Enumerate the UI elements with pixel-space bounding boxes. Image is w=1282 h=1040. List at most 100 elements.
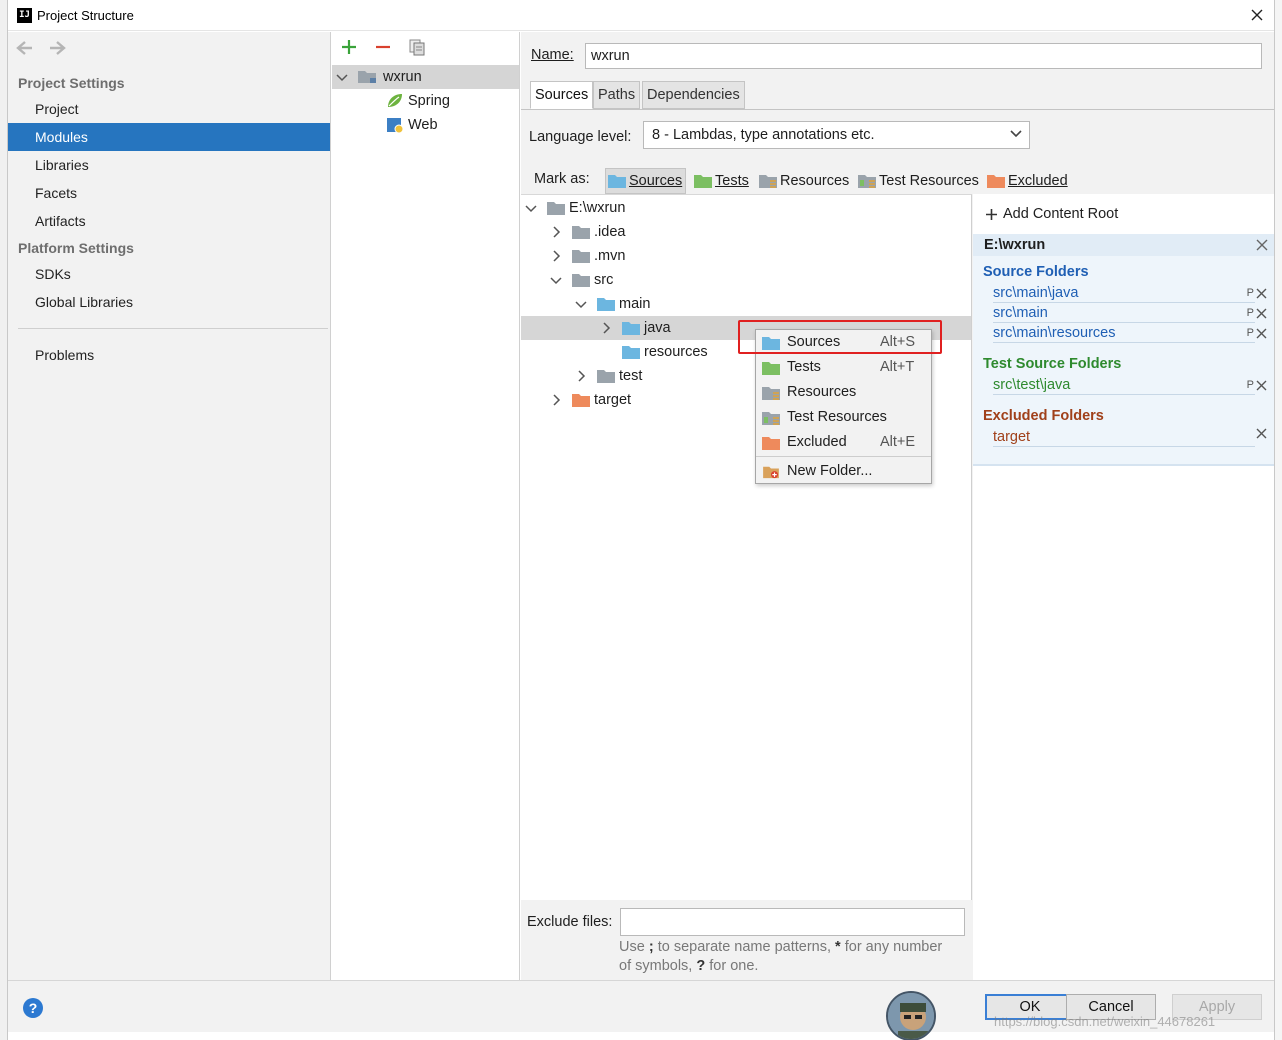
package-prefix-icon[interactable]: P	[1247, 284, 1254, 302]
menu-item-tests[interactable]: Tests Alt+T	[756, 355, 931, 380]
source-folders-heading: Source Folders	[983, 264, 1089, 280]
nav-item-problems[interactable]: Problems	[8, 341, 330, 369]
tree-label-src: src	[594, 272, 614, 288]
tree-label-mvn: .mvn	[594, 248, 626, 264]
back-arrow-icon[interactable]	[16, 40, 34, 56]
source-folder-item[interactable]: src\main\java P	[993, 284, 1267, 303]
tree-label-main: main	[619, 296, 651, 312]
tab-divider	[521, 109, 1274, 110]
remove-folder-icon	[1256, 428, 1267, 439]
mark-resources-label: Resources	[780, 173, 850, 189]
resources-folder-icon	[762, 386, 780, 400]
resources-folder-icon	[759, 175, 777, 188]
tree-row-root[interactable]: E:\wxrun	[521, 196, 971, 220]
nav-item-artifacts[interactable]: Artifacts	[8, 207, 330, 235]
mark-test-resources-label: Test Resources	[879, 173, 979, 189]
mark-sources-button[interactable]: Sources	[605, 168, 686, 194]
tests-folder-icon	[762, 361, 780, 375]
tree-label-test: test	[619, 368, 643, 384]
module-tree-row-web[interactable]: Web	[332, 113, 519, 137]
facet-spring-label: Spring	[408, 93, 450, 109]
plus-icon	[986, 208, 997, 220]
nav-item-global-libraries[interactable]: Global Libraries	[8, 288, 330, 316]
language-level-value: 8 - Lambdas, type annotations etc.	[652, 127, 875, 143]
tree-row-idea[interactable]: .idea	[521, 220, 971, 244]
chevron-down-icon	[550, 277, 562, 285]
source-folder-item[interactable]: src\main\resources P	[993, 324, 1267, 343]
menu-item-label: New Folder...	[787, 463, 873, 479]
source-folder-path: src\main	[993, 305, 1048, 321]
content-roots-panel: Add Content Root E:\wxrun Source Folders…	[973, 194, 1274, 980]
remove-content-root-icon[interactable]	[1256, 239, 1268, 251]
package-prefix-icon[interactable]: P	[1247, 304, 1254, 322]
language-level-label: Language level:	[529, 129, 632, 145]
excluded-folder-item[interactable]: target	[993, 428, 1267, 447]
new-folder-icon	[763, 466, 779, 478]
menu-item-label: Tests	[787, 359, 821, 375]
add-content-root-label: Add Content Root	[1003, 206, 1119, 222]
exclude-files-input[interactable]	[620, 908, 965, 936]
tree-row-src[interactable]: src	[521, 268, 971, 292]
tab-dependencies[interactable]: Dependencies	[642, 81, 745, 109]
nav-item-modules[interactable]: Modules	[8, 123, 330, 151]
watermark-text: https://blog.csdn.net/weixin_44678261	[994, 1014, 1216, 1029]
nav-item-sdks[interactable]: SDKs	[8, 260, 330, 288]
add-icon[interactable]	[340, 38, 358, 56]
source-folder-path: src\main\resources	[993, 325, 1116, 341]
remove-icon[interactable]	[374, 38, 392, 56]
tree-row-main[interactable]: main	[521, 292, 971, 316]
nav-item-facets[interactable]: Facets	[8, 179, 330, 207]
mark-resources-button[interactable]: Resources	[757, 168, 851, 194]
folder-icon	[572, 250, 590, 263]
mark-tests-label: Tests	[715, 173, 749, 189]
excluded-folder-icon	[762, 436, 780, 450]
content-root-tree: E:\wxrun .idea .mvn src main java resour…	[521, 194, 972, 900]
remove-folder-icon	[1256, 288, 1267, 298]
mark-tests-button[interactable]: Tests	[692, 168, 751, 194]
remove-folder-icon	[1256, 328, 1267, 338]
menu-item-test-resources[interactable]: Test Resources	[756, 405, 931, 430]
test-folders-heading: Test Source Folders	[983, 356, 1122, 372]
help-button[interactable]: ?	[23, 998, 43, 1018]
menu-item-new-folder[interactable]: New Folder...	[756, 459, 931, 484]
language-level-select[interactable]: 8 - Lambdas, type annotations etc.	[643, 121, 1030, 149]
exclude-files-label: Exclude files:	[527, 914, 613, 930]
chevron-down-icon	[575, 301, 587, 309]
folder-icon	[597, 370, 615, 383]
package-prefix-icon[interactable]: P	[1247, 376, 1254, 394]
close-icon[interactable]	[1248, 6, 1266, 24]
forward-arrow-icon[interactable]	[48, 40, 66, 56]
add-content-root-button[interactable]: Add Content Root	[985, 206, 1118, 222]
module-tree-row-wxrun[interactable]: wxrun	[332, 65, 519, 89]
tab-sources[interactable]: Sources	[530, 81, 594, 109]
mark-excluded-button[interactable]: Excluded	[985, 168, 1070, 194]
mark-test-resources-button[interactable]: Test Resources	[856, 168, 981, 194]
excluded-folder-path: target	[993, 429, 1031, 445]
source-folder-item[interactable]: src\main P	[993, 304, 1267, 323]
nav-item-project[interactable]: Project	[8, 95, 330, 123]
tree-label-root: E:\wxrun	[569, 200, 626, 216]
chevron-right-icon	[603, 322, 611, 334]
content-root-header: E:\wxrun	[973, 234, 1274, 256]
module-name-input[interactable]: wxrun	[585, 43, 1262, 69]
tree-label-java: java	[644, 320, 671, 336]
module-folder-icon	[358, 70, 378, 84]
test-folder-item[interactable]: src\test\java P	[993, 376, 1267, 395]
facet-web-label: Web	[408, 117, 438, 133]
excluded-folder-icon	[987, 175, 1005, 188]
chevron-down-icon[interactable]	[336, 71, 348, 83]
menu-item-resources[interactable]: Resources	[756, 380, 931, 405]
tree-row-mvn[interactable]: .mvn	[521, 244, 971, 268]
menu-item-label: Resources	[787, 384, 857, 400]
package-prefix-icon[interactable]: P	[1247, 324, 1254, 342]
copy-icon[interactable]	[408, 38, 426, 56]
module-tree-row-spring[interactable]: Spring	[332, 89, 519, 113]
sources-folder-icon	[608, 175, 626, 188]
nav-item-libraries[interactable]: Libraries	[8, 151, 330, 179]
tab-paths[interactable]: Paths	[593, 81, 641, 109]
excluded-folder-icon	[572, 394, 590, 407]
source-folder-icon	[622, 346, 640, 359]
menu-item-excluded[interactable]: Excluded Alt+E	[756, 430, 931, 455]
window-title: Project Structure	[37, 8, 134, 23]
source-folder-path: src\main\java	[993, 285, 1079, 301]
